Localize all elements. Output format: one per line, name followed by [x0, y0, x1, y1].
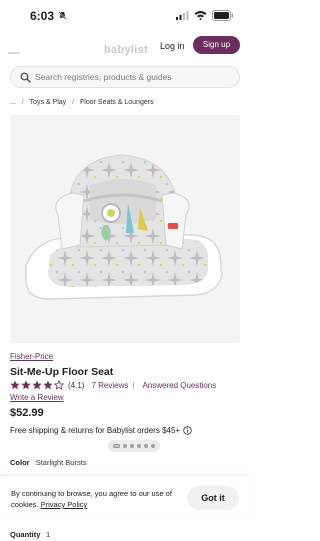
breadcrumb: ... / Toys & Play / Floor Seats & Lounge…: [10, 99, 158, 106]
image-carousel-dots[interactable]: [108, 440, 160, 452]
cookie-message: By continuing to browse, you agree to ou…: [11, 488, 176, 510]
breadcrumb-item-toys[interactable]: Toys & Play: [30, 99, 67, 106]
cookie-banner: By continuing to browse, you agree to ou…: [0, 475, 250, 519]
shipping-text: Free shipping & returns for Babylist ord…: [10, 426, 181, 435]
carousel-dot[interactable]: [144, 444, 148, 448]
quantity-label: Quantity: [10, 530, 41, 539]
star-icon: [10, 380, 20, 390]
login-link[interactable]: Log in: [160, 41, 185, 51]
breadcrumb-ellipsis[interactable]: ...: [10, 99, 16, 106]
carousel-dot[interactable]: [123, 444, 127, 448]
status-bar: 6:03: [0, 0, 250, 30]
floor-seat-illustration: [25, 154, 223, 300]
carousel-dot[interactable]: [113, 444, 120, 448]
color-value: Starlight Bursts: [35, 458, 87, 467]
status-time: 6:03: [30, 9, 55, 23]
rating-row: (4.1) 7 Reviews | Answered Questions: [10, 380, 216, 390]
reviews-link[interactable]: 7 Reviews: [91, 381, 128, 390]
star-icon: [32, 380, 42, 390]
star-icon: [43, 380, 53, 390]
product-price: $52.99: [10, 407, 44, 419]
breadcrumb-item-floor-seats[interactable]: Floor Seats & Loungers: [80, 99, 154, 106]
quantity-value[interactable]: 1: [46, 530, 50, 539]
carousel-dot[interactable]: [151, 444, 155, 448]
star-outline-icon: [54, 380, 64, 390]
product-image[interactable]: [10, 115, 240, 452]
battery-icon: [212, 10, 233, 21]
write-review-link[interactable]: Write a Review: [10, 393, 64, 402]
search-input[interactable]: [35, 69, 235, 85]
bell-slash-icon: [58, 11, 67, 20]
wifi-icon: [194, 11, 207, 20]
privacy-policy-link[interactable]: Privacy Policy: [41, 500, 88, 509]
star-icon: [21, 380, 31, 390]
signal-icon: [176, 11, 189, 20]
menu-icon[interactable]: [8, 52, 20, 54]
brand-link[interactable]: Fisher-Price: [10, 352, 53, 361]
got-it-button[interactable]: Got it: [187, 486, 239, 510]
color-label: Color: [10, 458, 30, 467]
cookie-text: By continuing to browse, you agree to ou…: [11, 489, 172, 509]
site-logo[interactable]: babylist: [104, 44, 148, 56]
info-icon[interactable]: [183, 426, 192, 435]
rating-separator: |: [132, 380, 135, 390]
breadcrumb-separator: /: [21, 99, 24, 106]
signup-button[interactable]: Sign up: [193, 36, 240, 54]
search-bar[interactable]: [10, 66, 240, 88]
shipping-info: Free shipping & returns for Babylist ord…: [10, 426, 192, 435]
search-icon: [20, 72, 31, 83]
carousel-dot[interactable]: [130, 444, 134, 448]
breadcrumb-separator: /: [72, 99, 75, 106]
answered-questions-link[interactable]: Answered Questions: [142, 381, 216, 390]
carousel-dot[interactable]: [137, 444, 141, 448]
color-row: Color Starlight Bursts: [10, 458, 87, 467]
product-title: Sit-Me-Up Floor Seat: [10, 366, 114, 378]
rating-value: (4.1): [68, 380, 85, 390]
star-rating[interactable]: [10, 380, 64, 390]
